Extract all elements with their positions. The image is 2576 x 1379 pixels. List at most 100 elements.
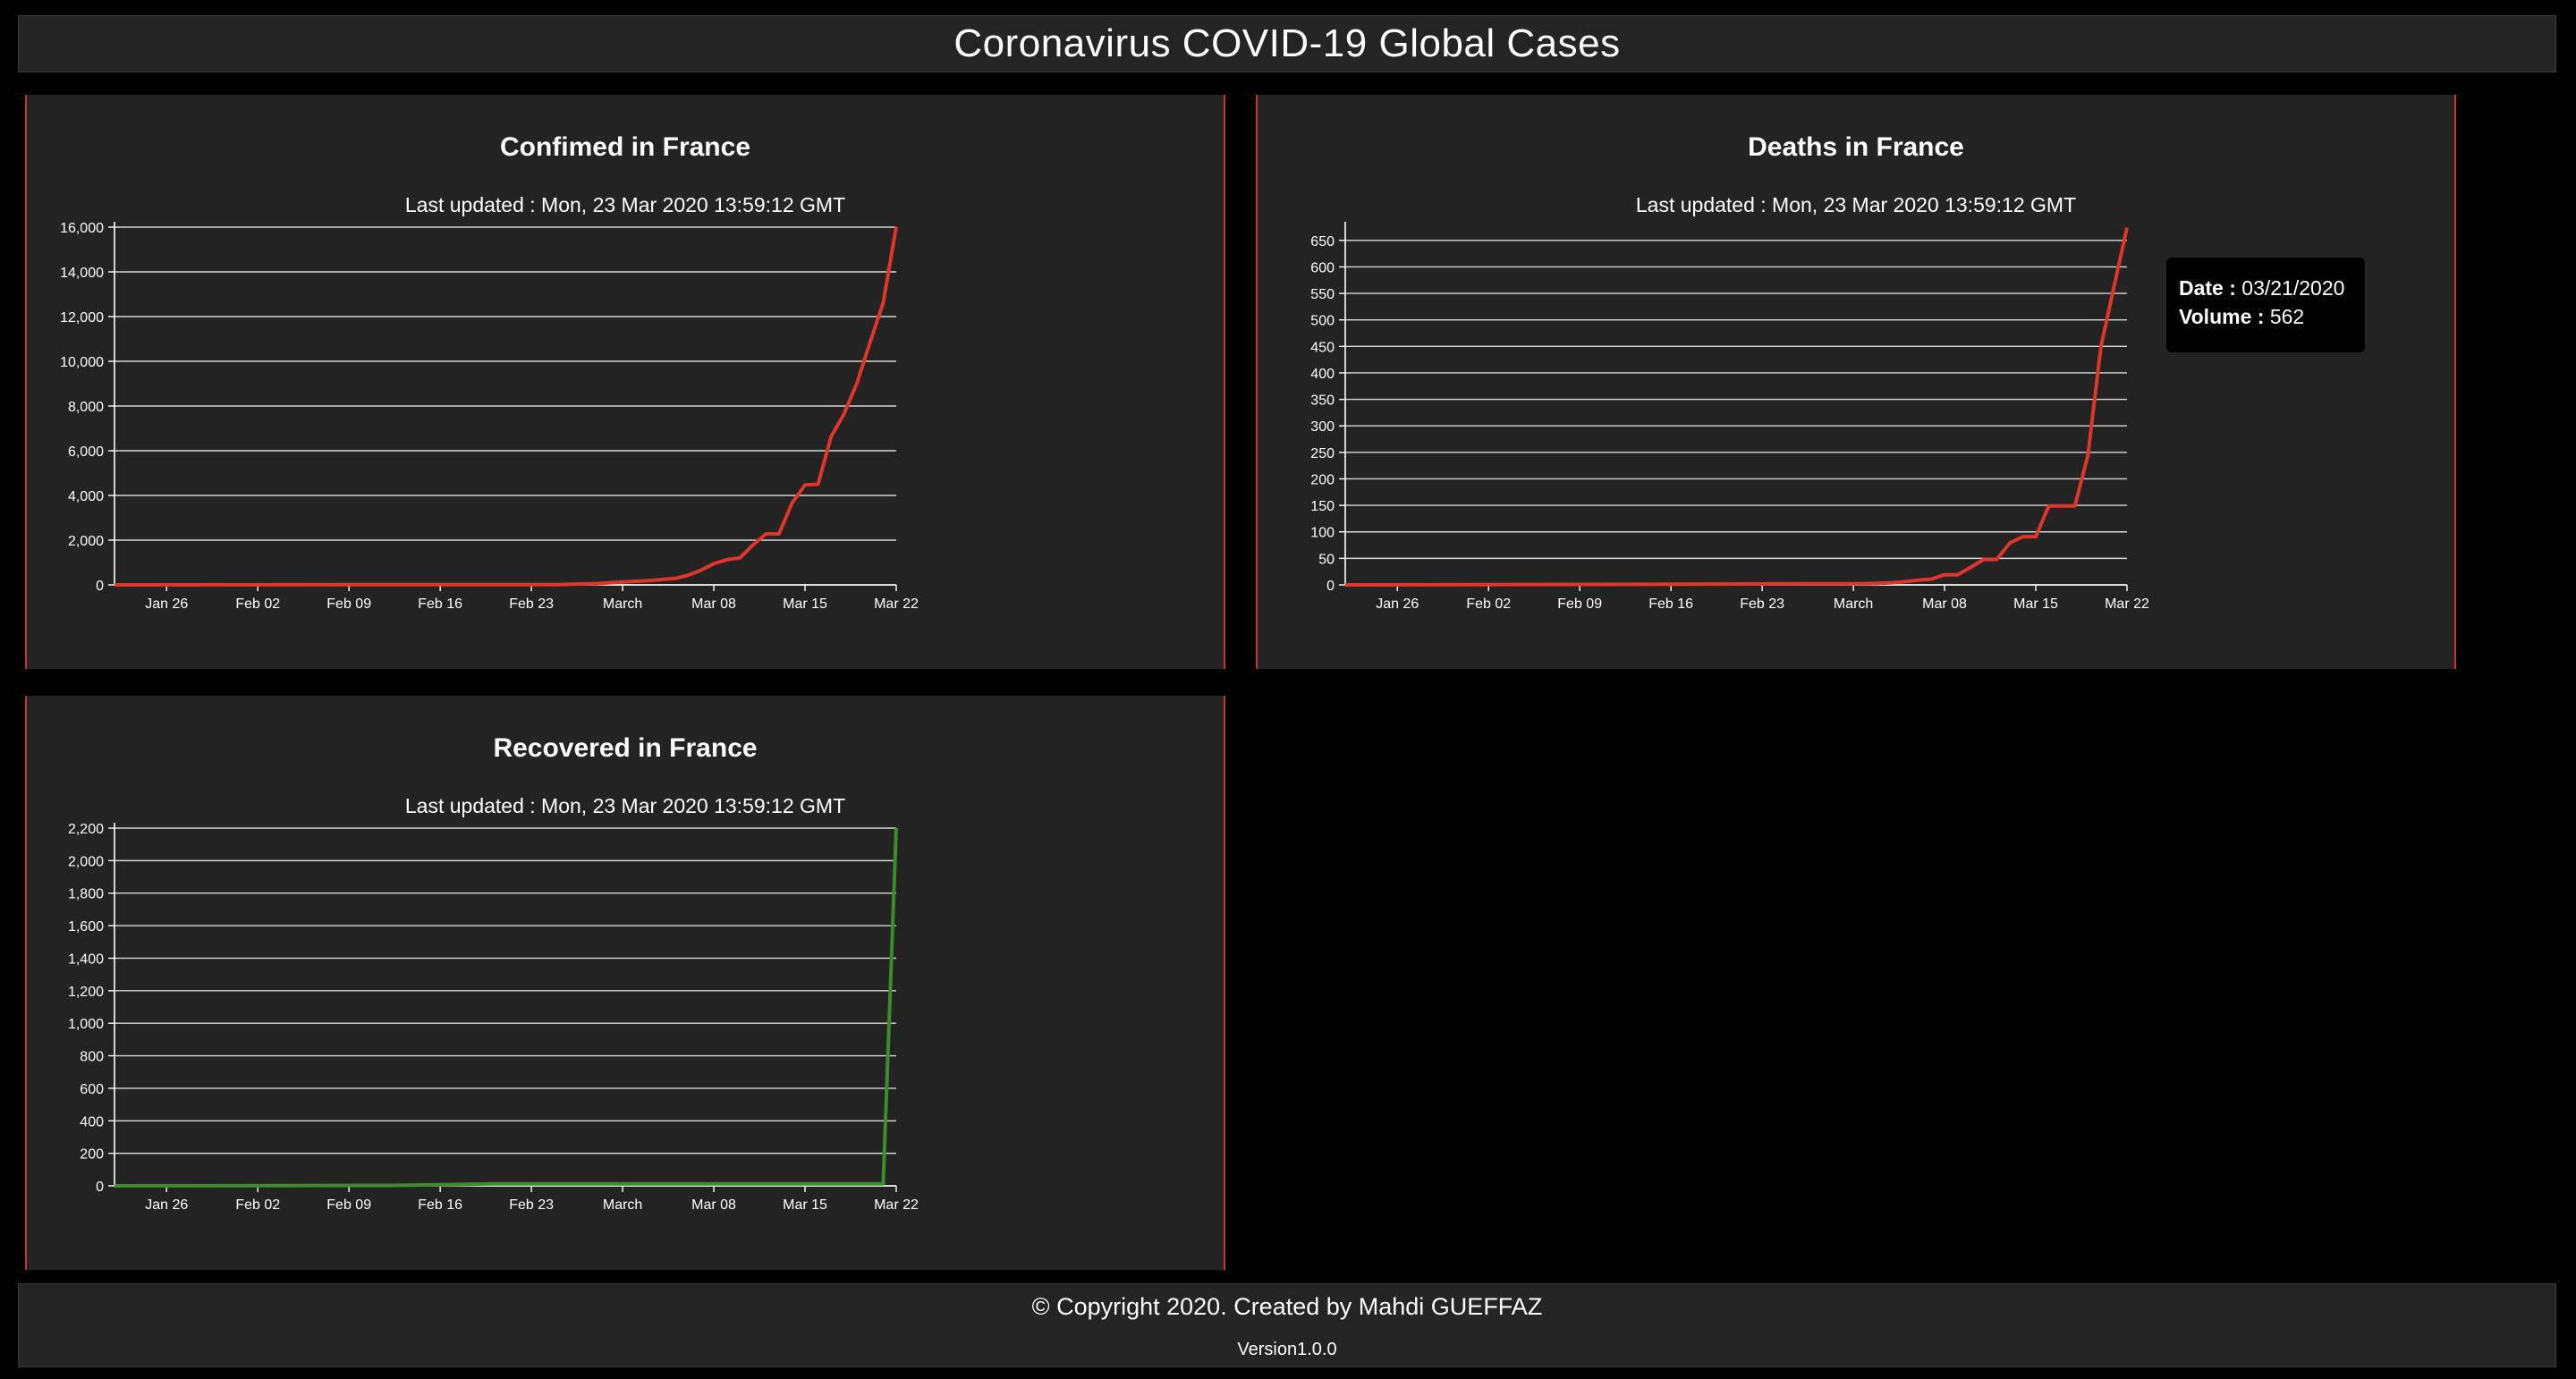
data-point xyxy=(2072,503,2078,509)
app-footer: © Copyright 2020. Created by Mahdi GUEFF… xyxy=(18,1283,2556,1367)
data-point xyxy=(763,531,768,537)
confirmed-chart-card: Confimed in France Last updated : Mon, 2… xyxy=(25,95,1225,669)
x-tick-label: Feb 16 xyxy=(418,1197,462,1213)
x-tick-label: Mar 08 xyxy=(691,1197,736,1213)
y-tick-label: 12,000 xyxy=(60,310,104,326)
y-tick-label: 1,000 xyxy=(68,1017,104,1032)
data-point xyxy=(2085,453,2090,458)
y-tick-label: 650 xyxy=(1310,234,1335,250)
version-text: Version1.0.0 xyxy=(1237,1340,1337,1359)
y-tick-label: 300 xyxy=(1310,419,1335,435)
data-point xyxy=(816,482,821,487)
x-tick-label: Feb 02 xyxy=(235,596,280,612)
x-tick-label: Mar 22 xyxy=(874,596,919,612)
data-point xyxy=(672,576,677,581)
y-tick-label: 1,200 xyxy=(68,985,104,1000)
y-tick-label: 500 xyxy=(1310,314,1335,329)
data-point xyxy=(2007,540,2012,546)
y-tick-label: 8,000 xyxy=(68,400,104,415)
data-point xyxy=(880,1181,886,1187)
data-point xyxy=(425,582,430,588)
page-title: Coronavirus COVID-19 Global Cases xyxy=(953,21,1621,65)
data-point xyxy=(868,339,873,344)
series-line xyxy=(114,827,898,1188)
x-tick-label: Feb 23 xyxy=(509,596,554,612)
y-tick-label: 200 xyxy=(1310,472,1335,487)
x-tick-label: Feb 09 xyxy=(326,1197,371,1213)
recovered-line-chart[interactable]: 0 200 400 600 800 1,000 1,200 1,400 1,600 1,800 2,… xyxy=(27,696,1227,1270)
x-tick-label: Mar 22 xyxy=(2105,596,2149,612)
data-point xyxy=(842,411,847,417)
x-tick-label: Mar 22 xyxy=(874,1197,919,1213)
y-tick-label: 2,000 xyxy=(68,854,104,869)
data-point xyxy=(802,482,808,487)
y-tick-label: 150 xyxy=(1310,499,1335,514)
x-tick-label: Jan 26 xyxy=(1376,596,1419,612)
y-tick-label: 350 xyxy=(1310,393,1335,409)
data-point xyxy=(2033,534,2038,539)
data-point xyxy=(789,500,794,505)
y-tick-label: 0 xyxy=(1326,579,1335,594)
data-point xyxy=(242,582,248,588)
data-point xyxy=(2020,534,2025,539)
y-tick-label: 600 xyxy=(1310,260,1335,275)
x-tick-label: Jan 26 xyxy=(145,596,188,612)
x-tick-label: March xyxy=(603,1197,642,1213)
data-point xyxy=(2046,503,2052,509)
y-tick-label: 10,000 xyxy=(60,355,104,370)
data-point xyxy=(685,572,691,578)
data-point xyxy=(1890,580,1895,586)
x-tick-label: Mar 15 xyxy=(783,596,827,612)
y-tick-label: 200 xyxy=(80,1147,104,1163)
data-point xyxy=(1929,576,1935,581)
x-tick-label: March xyxy=(1834,596,1873,612)
y-tick-label: 14,000 xyxy=(60,266,104,281)
data-point xyxy=(112,582,117,588)
data-point xyxy=(138,582,143,588)
data-point xyxy=(1877,580,1882,586)
data-point xyxy=(828,434,834,439)
data-point xyxy=(2111,284,2116,290)
data-point xyxy=(555,582,560,588)
data-point xyxy=(711,561,716,566)
data-point xyxy=(1343,582,1348,588)
deaths-chart-card: Deaths in France Last updated : Mon, 23 … xyxy=(1256,95,2456,669)
data-point xyxy=(2059,503,2064,509)
chart-tooltip: Date : 03/21/2020 Volume : 562 xyxy=(2166,258,2365,352)
data-point xyxy=(880,300,886,306)
data-point xyxy=(854,380,860,385)
data-point xyxy=(1968,564,1973,570)
y-tick-label: 250 xyxy=(1310,446,1335,461)
data-point xyxy=(646,578,651,583)
confirmed-line-chart[interactable]: 0 2,000 4,000 6,000 8,000 10,000 12,000 14,000 1… xyxy=(27,95,1227,669)
x-tick-label: Mar 08 xyxy=(1922,596,1967,612)
data-point xyxy=(1799,581,1804,587)
data-point xyxy=(894,224,899,230)
x-tick-label: Feb 16 xyxy=(1648,596,1693,612)
data-point xyxy=(1916,578,1921,583)
y-tick-label: 0 xyxy=(96,1180,104,1195)
data-point xyxy=(489,1181,495,1187)
data-point xyxy=(112,1183,117,1189)
y-tick-label: 100 xyxy=(1310,526,1335,541)
y-tick-label: 1,400 xyxy=(68,952,104,967)
data-point xyxy=(1942,572,1947,578)
copyright-text: © Copyright 2020. Created by Mahdi GUEFF… xyxy=(1031,1293,1543,1320)
y-tick-label: 4,000 xyxy=(68,489,104,504)
recovered-chart-card: Recovered in France Last updated : Mon, … xyxy=(25,696,1225,1270)
data-point xyxy=(1955,572,1961,578)
data-point xyxy=(1994,557,1999,563)
deaths-line-chart[interactable]: 0 50 100 150 200 250 300 350 400 450 500 550 600 650 J… xyxy=(1258,95,2458,669)
y-tick-label: 0 xyxy=(96,579,104,594)
data-point xyxy=(750,542,756,547)
data-point xyxy=(894,825,899,831)
data-point xyxy=(386,1183,391,1189)
data-point xyxy=(724,557,730,563)
x-tick-label: Mar 15 xyxy=(783,1197,827,1213)
y-tick-label: 550 xyxy=(1310,287,1335,302)
y-tick-label: 2,000 xyxy=(68,534,104,549)
tooltip-date: Date : 03/21/2020 xyxy=(2179,276,2345,300)
x-tick-label: Feb 09 xyxy=(1557,596,1602,612)
data-point xyxy=(594,581,599,587)
y-tick-label: 16,000 xyxy=(60,221,104,236)
